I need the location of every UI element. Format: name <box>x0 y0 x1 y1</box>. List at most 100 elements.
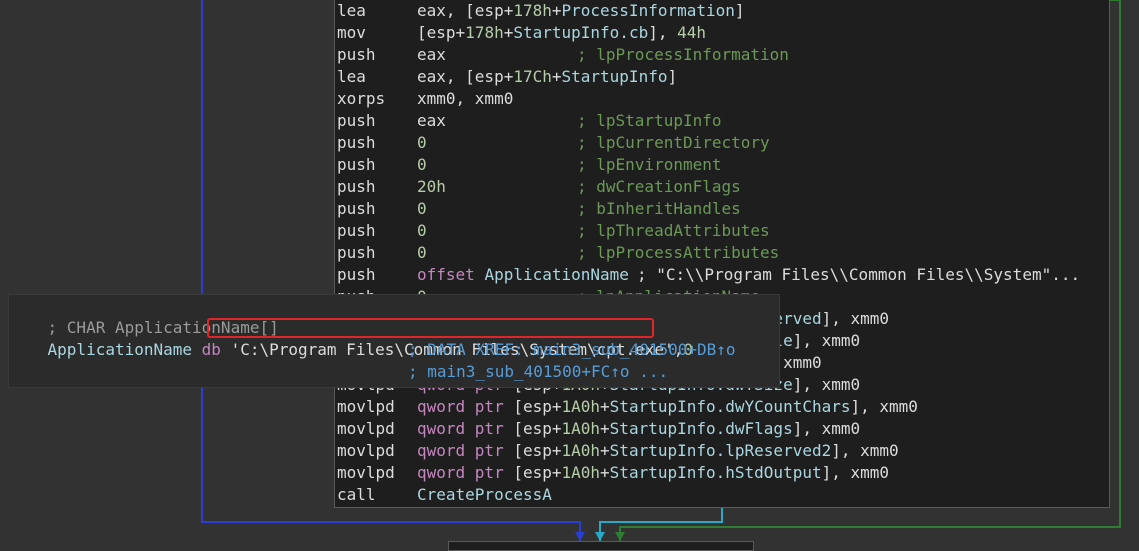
asm-operand-part: 1A0h <box>561 441 601 460</box>
asm-operand-part: 44h <box>677 23 707 42</box>
asm-comment: ; lpCurrentDirectory <box>577 133 770 152</box>
asm-operands: qword ptr [esp+1A0h+StartupInfo.dwYCount… <box>417 396 918 418</box>
asm-operand-part: qword ptr <box>417 441 504 460</box>
asm-operands: offset ApplicationName <box>417 264 639 286</box>
asm-operand-part: + <box>600 397 610 416</box>
asm-mnemonic: push <box>337 243 376 262</box>
asm-operand-part: StartupInfo.hStdOutput <box>609 463 822 482</box>
asm-operands: qword ptr [esp+1A0h+StartupInfo.lpReserv… <box>417 440 899 462</box>
asm-operand-part: + <box>600 441 610 460</box>
asm-line[interactable]: push offset ApplicationName ; "C:\\Progra… <box>337 264 1097 286</box>
asm-comment: ; lpStartupInfo <box>577 111 722 130</box>
asm-line[interactable]: push eax ; lpStartupInfo <box>337 110 1097 132</box>
asm-operands: qword ptr [esp+1A0h+StartupInfo.hStdOutp… <box>417 462 889 484</box>
asm-operand-part: 17Ch <box>513 67 552 86</box>
asm-mnemonic: lea <box>337 1 366 20</box>
asm-operands: 0 <box>417 198 427 220</box>
asm-mnemonic: push <box>337 177 376 196</box>
asm-operand-part: + <box>503 23 514 42</box>
asm-mnemonic: movlpd <box>337 397 395 416</box>
asm-operand-part: 20h <box>417 177 446 196</box>
asm-operand-part: ], xmm0 <box>792 331 861 350</box>
asm-line[interactable]: push 0 ; lpCurrentDirectory <box>337 132 1097 154</box>
popup-definition-line: ApplicationName db 'C:\Program Files\Com… <box>9 317 693 359</box>
asm-comment: ; "C:\\Program Files\\Common Files\\Syst… <box>637 265 1081 284</box>
popup-directive: db <box>201 340 221 359</box>
asm-mnemonic: push <box>337 199 376 218</box>
asm-line[interactable]: lea eax, [esp+178h+ProcessInformation] <box>337 0 1097 22</box>
asm-line[interactable]: lea eax, [esp+17Ch+StartupInfo] <box>337 66 1097 88</box>
asm-operand-part: 1A0h <box>561 397 601 416</box>
asm-comment: ; lpEnvironment <box>577 155 722 174</box>
asm-mnemonic: push <box>337 111 376 130</box>
asm-operand-part: + <box>600 419 610 438</box>
asm-operands: eax, [esp+178h+ProcessInformation] <box>417 0 745 22</box>
asm-comment: ; lpProcessInformation <box>577 45 789 64</box>
asm-line[interactable]: mov [esp+178h+StartupInfo.cb], 44h <box>337 22 1097 44</box>
asm-mnemonic: push <box>337 155 376 174</box>
asm-operand-part: ], xmm0 <box>792 375 861 394</box>
asm-line[interactable]: call CreateProcessA <box>337 484 1097 506</box>
asm-line[interactable]: push 20h ; dwCreationFlags <box>337 176 1097 198</box>
asm-mnemonic: movlpd <box>337 419 395 438</box>
asm-mnemonic: call <box>337 485 376 504</box>
asm-operands: CreateProcessA <box>417 484 552 506</box>
asm-operand-part: 0 <box>417 221 427 240</box>
asm-operands: [esp+178h+StartupInfo.cb], 44h <box>417 22 706 44</box>
asm-operands: 20h <box>417 176 446 198</box>
asm-comment: ; lpProcessAttributes <box>577 243 780 262</box>
asm-operand-part: 1A0h <box>561 463 601 482</box>
asm-operand-part: eax <box>417 45 446 64</box>
asm-line[interactable]: push eax ; lpProcessInformation <box>337 44 1097 66</box>
asm-mnemonic: xorps <box>337 89 386 108</box>
asm-operand-part: 0 <box>417 155 427 174</box>
asm-operand-part: + <box>600 463 610 482</box>
asm-line[interactable]: movlpd qword ptr [esp+1A0h+StartupInfo.dw… <box>337 396 1097 418</box>
asm-operand-part: [esp+ <box>417 23 466 42</box>
asm-line[interactable]: movlpd qword ptr [esp+1A0h+StartupInfo.lp… <box>337 440 1097 462</box>
asm-operands: 0 <box>417 220 427 242</box>
asm-line[interactable]: push 0 ; lpProcessAttributes <box>337 242 1097 264</box>
asm-operand-part: 178h <box>465 23 504 42</box>
asm-operand-part: 0 <box>417 243 427 262</box>
asm-operand-part: ], xmm0 <box>821 463 890 482</box>
asm-mnemonic: mov <box>337 23 366 42</box>
asm-operand-part: StartupInfo.dwFlags <box>609 419 793 438</box>
asm-operands: eax, [esp+17Ch+StartupInfo] <box>417 66 677 88</box>
asm-line[interactable]: push 0 ; bInheritHandles <box>337 198 1097 220</box>
asm-line[interactable]: push 0 ; lpThreadAttributes <box>337 220 1097 242</box>
asm-mnemonic: movlpd <box>337 441 395 460</box>
disassembly-lines: lea eax, [esp+178h+ProcessInformation] mov… <box>0 0 1139 545</box>
asm-operand-part: StartupInfo.cb <box>513 23 649 42</box>
popup-symbol[interactable]: ApplicationName <box>48 340 193 359</box>
asm-operand-part: ], xmm0 <box>792 419 861 438</box>
popup-xref-2[interactable]: ; main3_sub_401500+FC↑o ... <box>408 361 668 383</box>
asm-operands: 0 <box>417 242 427 264</box>
asm-operand-part: qword ptr <box>417 463 504 482</box>
popup-xref-1[interactable]: ; DATA XREF: main3_sub_401500+DB↑o <box>408 339 736 361</box>
asm-operand-part: qword ptr <box>417 397 504 416</box>
asm-operand-part: qword ptr <box>417 419 504 438</box>
next-block-node[interactable] <box>448 541 754 551</box>
asm-operand-part: ], <box>648 23 678 42</box>
asm-line[interactable]: movlpd qword ptr [esp+1A0h+StartupInfo.hS… <box>337 462 1097 484</box>
asm-mnemonic: movlpd <box>337 463 395 482</box>
asm-operand-part: + <box>551 1 562 20</box>
asm-operand-part: 1A0h <box>561 419 601 438</box>
asm-line[interactable]: xorps xmm0, xmm0 <box>337 88 1097 110</box>
asm-operand-part: ] <box>734 1 745 20</box>
asm-operand-part: ] <box>667 67 678 86</box>
asm-mnemonic: push <box>337 133 376 152</box>
asm-operand-part: offset <box>417 265 475 284</box>
asm-line[interactable]: movlpd qword ptr [esp+1A0h+StartupInfo.dw… <box>337 418 1097 440</box>
asm-operand-part: eax <box>417 111 446 130</box>
asm-line[interactable]: push 0 ; lpEnvironment <box>337 154 1097 176</box>
asm-operands: eax <box>417 110 446 132</box>
asm-operand-part: ], xmm0 <box>821 309 890 328</box>
asm-mnemonic: push <box>337 265 376 284</box>
asm-operand-part: CreateProcessA <box>417 485 552 504</box>
popup-quote: ' <box>230 340 241 359</box>
asm-operand-part: ProcessInformation <box>561 1 735 20</box>
asm-mnemonic: lea <box>337 67 366 86</box>
asm-operand-part: ApplicationName <box>484 265 629 284</box>
